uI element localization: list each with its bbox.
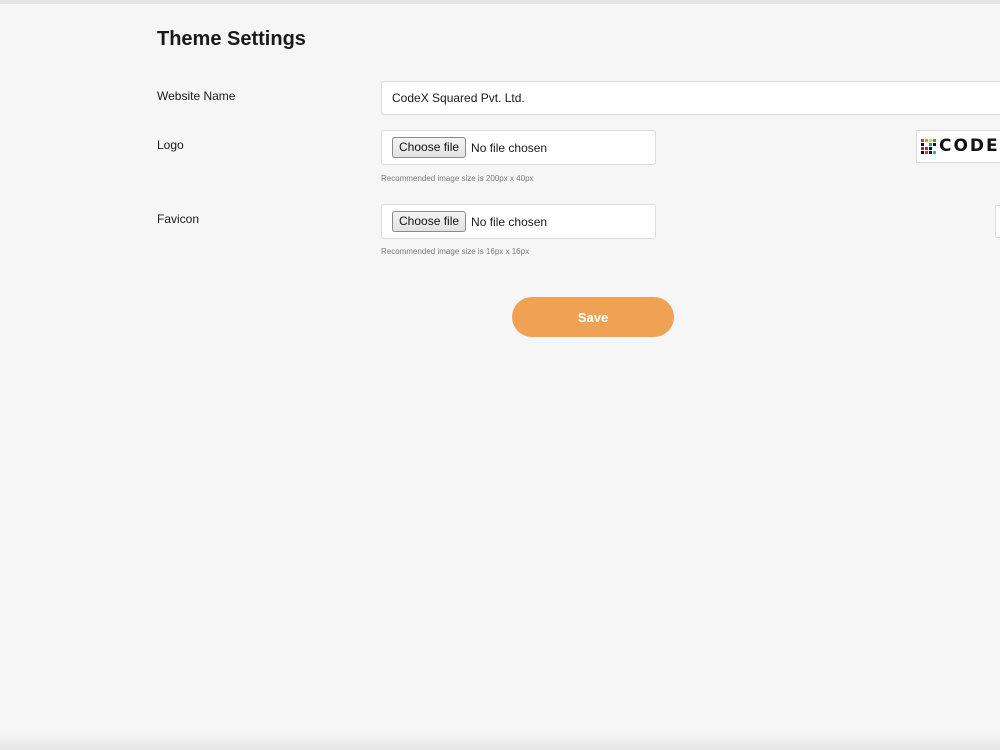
page-title: Theme Settings [157, 28, 306, 50]
save-button[interactable]: Save [512, 297, 674, 337]
website-name-label: Website Name [157, 89, 236, 103]
favicon-file-status: No file chosen [471, 214, 548, 229]
website-name-input[interactable] [381, 81, 1000, 115]
logo-preview: CODE [916, 130, 1000, 163]
theme-settings-page: Theme Settings Website Name Logo Choose … [0, 0, 1000, 750]
bottom-shade [0, 732, 1000, 750]
favicon-size-hint: Recommended image size is 16px x 16px [381, 247, 530, 256]
favicon-label: Favicon [157, 212, 200, 226]
favicon-choose-file-button[interactable]: Choose file [392, 211, 467, 232]
favicon-file-input[interactable]: Choose file No file chosen [381, 204, 656, 239]
logo-choose-file-button[interactable]: Choose file [392, 137, 467, 158]
codex-logo-icon [921, 139, 936, 154]
logo-size-hint: Recommended image size is 200px x 40px [381, 174, 534, 183]
favicon-thumbnail-icon [995, 205, 1000, 238]
logo-file-input[interactable]: Choose file No file chosen [381, 130, 656, 165]
top-border [0, 0, 1000, 4]
logo-label: Logo [157, 138, 184, 152]
logo-preview-text: CODE [939, 136, 1000, 156]
logo-file-status: No file chosen [471, 140, 548, 155]
